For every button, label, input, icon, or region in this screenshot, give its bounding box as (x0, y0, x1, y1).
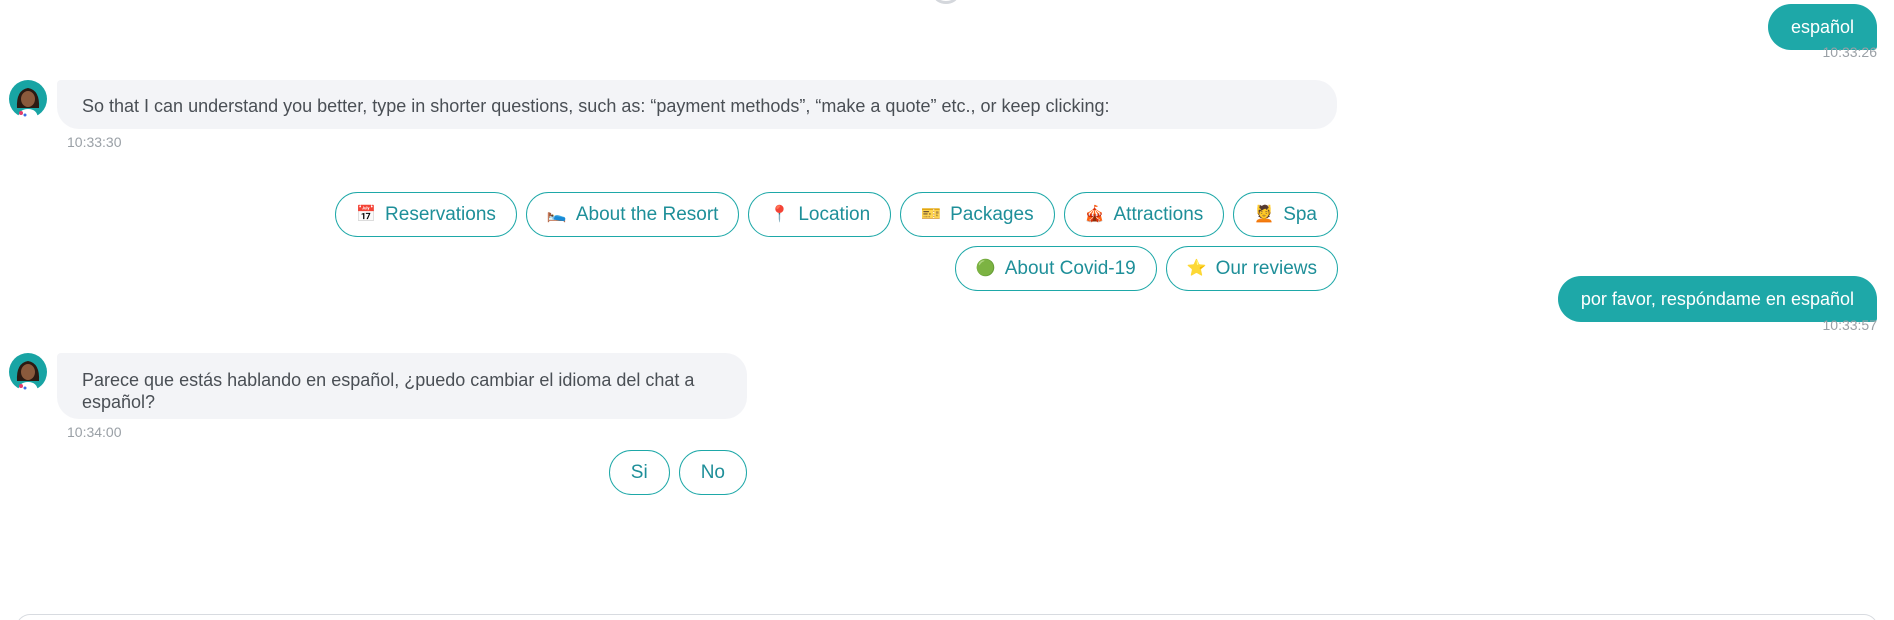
quick-reply-icon: 🟢 (975, 259, 996, 277)
quick-reply-our-reviews-button[interactable]: ⭐ Our reviews (1165, 246, 1338, 291)
quick-reply-label: Packages (950, 203, 1034, 225)
quick-reply-label: Our reviews (1215, 257, 1317, 279)
quick-reply-label: Reservations (385, 203, 496, 225)
quick-reply-icon: 🛌 (546, 205, 567, 223)
quick-reply-location-button[interactable]: 📍 Location (748, 192, 892, 237)
message-timestamp: 10:33:30 (67, 134, 122, 150)
quick-reply-icon: 📅 (356, 205, 377, 223)
quick-reply-reservations-button[interactable]: 📅 Reservations (335, 192, 517, 237)
loading-indicator (934, 0, 958, 4)
user-message-bubble: por favor, respóndame en español (1557, 276, 1877, 322)
message-timestamp: 10:34:00 (67, 424, 122, 440)
chat-window: español 10:33:26 So that I can understan… (0, 0, 1894, 620)
quick-reply-attractions-button[interactable]: 🎪 Attractions (1063, 192, 1225, 237)
bot-avatar-icon (9, 353, 47, 391)
quick-reply-label: Location (798, 203, 871, 225)
quick-reply-label: About the Resort (575, 203, 719, 225)
message-timestamp: 10:33:57 (1822, 317, 1878, 333)
quick-reply-list: 📅 Reservations 🛌 About the Resort 📍 Location 🎫… (130, 192, 1338, 291)
quick-reply-label: About Covid-19 (1004, 257, 1136, 279)
quick-reply-packages-button[interactable]: 🎫 Packages (900, 192, 1055, 237)
message-timestamp: 10:33:26 (1822, 44, 1878, 60)
language-option-no-button[interactable]: No (678, 450, 747, 495)
quick-reply-icon: 🎫 (921, 205, 942, 223)
message-input-area[interactable] (16, 614, 1878, 620)
quick-reply-label: Spa (1283, 203, 1317, 225)
language-option-label: Si (630, 461, 648, 483)
quick-reply-label: Attractions (1113, 203, 1204, 225)
language-option-si-button[interactable]: Si (608, 450, 670, 495)
quick-reply-about-the-resort-button[interactable]: 🛌 About the Resort (525, 192, 740, 237)
bot-message-bubble: Parece que estás hablando en español, ¿p… (57, 353, 747, 419)
language-option-list: Si No (500, 450, 747, 495)
quick-reply-icon: ⭐ (1186, 259, 1207, 277)
bot-message-bubble: So that I can understand you better, typ… (57, 80, 1337, 129)
quick-reply-icon: 🎪 (1084, 205, 1105, 223)
quick-reply-spa-button[interactable]: 💆 Spa (1233, 192, 1338, 237)
quick-reply-about-covid-19-button[interactable]: 🟢 About Covid-19 (954, 246, 1157, 291)
bot-avatar-icon (9, 80, 47, 118)
quick-reply-icon: 📍 (769, 205, 790, 223)
quick-reply-icon: 💆 (1254, 205, 1275, 223)
language-option-label: No (700, 461, 725, 483)
